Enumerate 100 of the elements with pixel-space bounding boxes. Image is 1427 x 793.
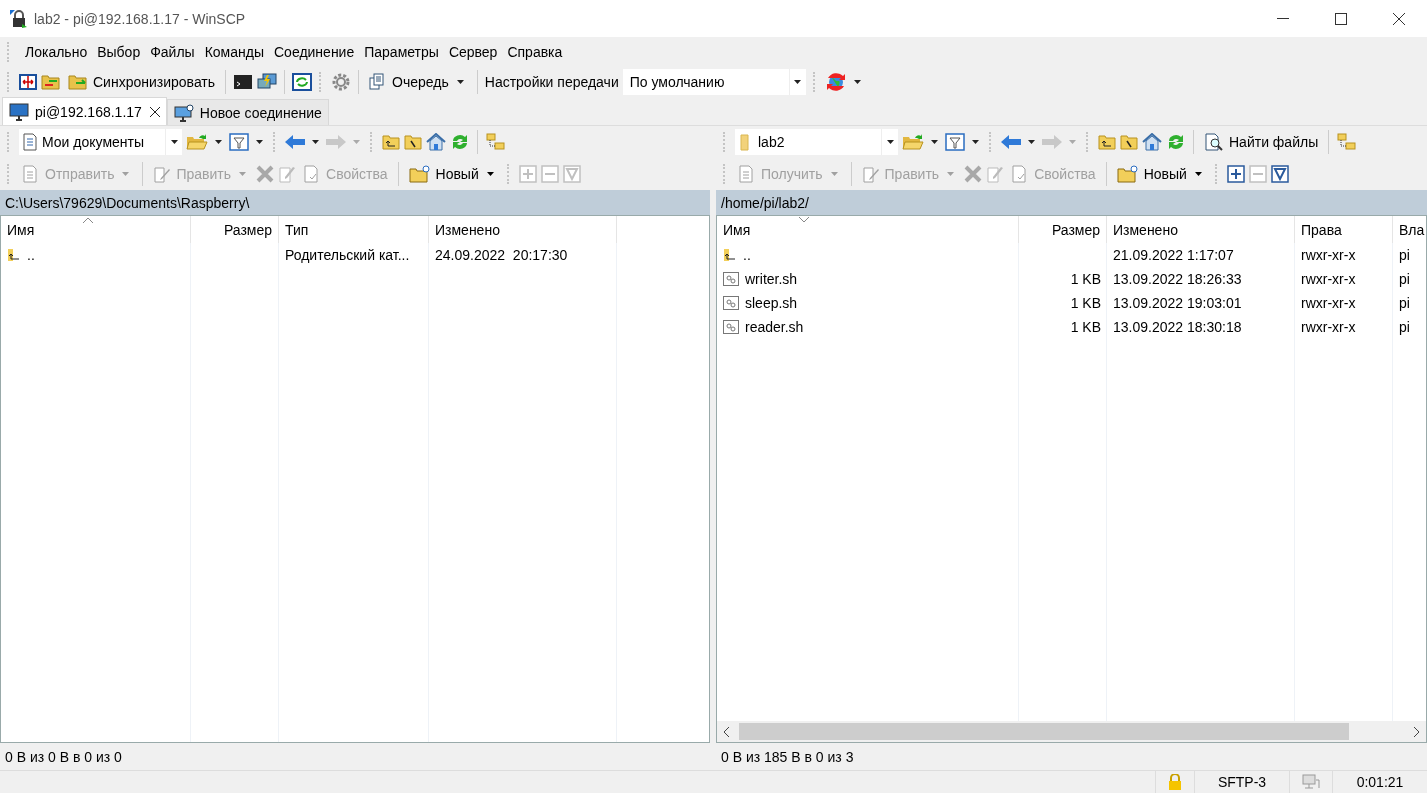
caret-icon[interactable] (972, 140, 979, 144)
column-header[interactable]: Имя (1, 216, 191, 243)
location-dropdown[interactable]: lab2 (735, 129, 898, 155)
queue-button[interactable]: Очередь (366, 71, 470, 93)
plus-box-icon[interactable] (1226, 165, 1245, 183)
column-header[interactable]: Размер (1019, 216, 1107, 243)
folders-sync-icon[interactable] (41, 73, 61, 91)
compare-icon[interactable] (19, 73, 37, 91)
settings-icon[interactable] (331, 72, 352, 92)
table-cell: rwxr-xr-x (1301, 271, 1356, 287)
folder-tree-icon[interactable] (1336, 133, 1357, 151)
triangle-box-icon[interactable] (1270, 165, 1289, 183)
session-tab[interactable]: pi@192.168.1.17 (2, 97, 167, 125)
new-folder-icon (408, 165, 431, 183)
synchronize-button[interactable]: Синхронизировать (65, 71, 219, 93)
parent-folder-icon (7, 248, 21, 262)
column-header[interactable]: Тип (279, 216, 429, 243)
padlock-icon (10, 9, 28, 28)
session-tab[interactable]: Новое соединение (166, 99, 329, 125)
minimize-icon[interactable] (1277, 17, 1289, 20)
folder-tree-icon[interactable] (485, 133, 505, 151)
parent-folder-icon[interactable] (382, 134, 400, 150)
document-icon (22, 133, 38, 151)
table-cell: .. (27, 247, 35, 263)
column-header[interactable]: Изменено (1107, 216, 1295, 243)
refresh-window-icon[interactable] (292, 73, 313, 91)
root-folder-icon[interactable] (404, 134, 422, 150)
table-cell: reader.sh (745, 319, 804, 335)
column-header[interactable]: Имя (717, 216, 1019, 243)
table-cell: rwxr-xr-x (1301, 319, 1356, 335)
table-cell: pi (1399, 271, 1410, 287)
table-cell: Родительский кат... (285, 247, 410, 263)
caret-icon (486, 172, 494, 176)
elapsed-time: 0:01:21 (1356, 774, 1404, 790)
panel-status: 0 B из 185 B в 0 из 3 (721, 748, 854, 765)
menu-item[interactable]: Справка (507, 43, 563, 60)
panel-status: 0 B из 0 B в 0 из 0 (5, 748, 122, 765)
protocol-label: SFTP-3 (1217, 774, 1267, 790)
home-icon[interactable] (1142, 133, 1162, 151)
table-cell: 13.09.2022 18:26:33 (1113, 271, 1242, 287)
new-button[interactable]: Новый (405, 163, 500, 185)
pencil-icon (153, 165, 172, 183)
root-folder-icon[interactable] (1120, 134, 1138, 150)
column-header[interactable]: Вла (1393, 216, 1426, 243)
horizontal-scrollbar[interactable] (717, 721, 1426, 742)
caret-icon (122, 172, 130, 176)
document-icon (738, 165, 756, 183)
column-header[interactable]: Изменено (429, 216, 617, 243)
back-arrow-icon[interactable] (1001, 135, 1021, 149)
filter-icon[interactable] (229, 133, 249, 151)
close-icon[interactable] (149, 106, 160, 117)
parent-folder-icon (723, 248, 737, 262)
table-cell: 21.09.2022 1:17:07 (1113, 247, 1234, 263)
maximize-icon[interactable] (1335, 12, 1347, 25)
refresh-icon[interactable] (450, 132, 470, 152)
refresh-icon[interactable] (1166, 132, 1186, 152)
pencil-icon (861, 165, 880, 183)
caret-icon[interactable] (1028, 140, 1035, 144)
new-monitor-icon (173, 103, 194, 122)
script-file-icon (723, 320, 739, 334)
document-icon (22, 165, 40, 183)
terminal-icon[interactable] (233, 73, 254, 91)
table-cell: writer.sh (745, 271, 798, 287)
menu-item[interactable]: Выбор (97, 43, 141, 60)
caret-icon[interactable] (853, 80, 861, 84)
location-dropdown[interactable]: Мои документы (19, 129, 182, 155)
monitor-lightning-icon[interactable] (257, 73, 278, 91)
column-header[interactable]: Права (1295, 216, 1393, 243)
open-folder-icon[interactable] (902, 133, 924, 151)
caret-icon (456, 80, 464, 84)
menu-item[interactable]: Команды (204, 43, 264, 60)
parent-folder-icon[interactable] (1098, 134, 1116, 150)
new-button[interactable]: Новый (1113, 163, 1208, 185)
new-folder-icon (1116, 165, 1139, 183)
menu-item[interactable]: Локально (25, 43, 88, 60)
globe-sync-icon[interactable] (824, 72, 847, 92)
table-cell: 1 KB (1070, 295, 1101, 311)
find-files-button[interactable]: Найти файлы (1201, 131, 1322, 153)
open-folder-icon[interactable] (186, 133, 208, 151)
scroll-left-icon[interactable] (723, 726, 731, 737)
caret-icon[interactable] (931, 140, 938, 144)
home-icon[interactable] (426, 133, 446, 151)
caret-icon (239, 172, 247, 176)
scroll-right-icon[interactable] (1412, 726, 1420, 737)
back-arrow-icon[interactable] (285, 135, 305, 149)
filter-icon[interactable] (945, 133, 965, 151)
menu-item[interactable]: Параметры (364, 43, 439, 60)
caret-icon (947, 172, 955, 176)
table-cell: pi (1399, 295, 1410, 311)
menu-item[interactable]: Файлы (150, 43, 195, 60)
caret-icon[interactable] (256, 140, 263, 144)
caret-icon (1194, 172, 1202, 176)
close-icon[interactable] (1393, 12, 1405, 25)
menu-item[interactable]: Сервер (448, 43, 498, 60)
caret-icon[interactable] (215, 140, 222, 144)
table-cell: 13.09.2022 19:03:01 (1113, 295, 1242, 311)
menu-item[interactable]: Соединение (274, 43, 355, 60)
column-header[interactable]: Размер (191, 216, 279, 243)
caret-icon[interactable] (312, 140, 319, 144)
transfer-preset-dropdown[interactable]: По умолчанию (622, 69, 806, 95)
